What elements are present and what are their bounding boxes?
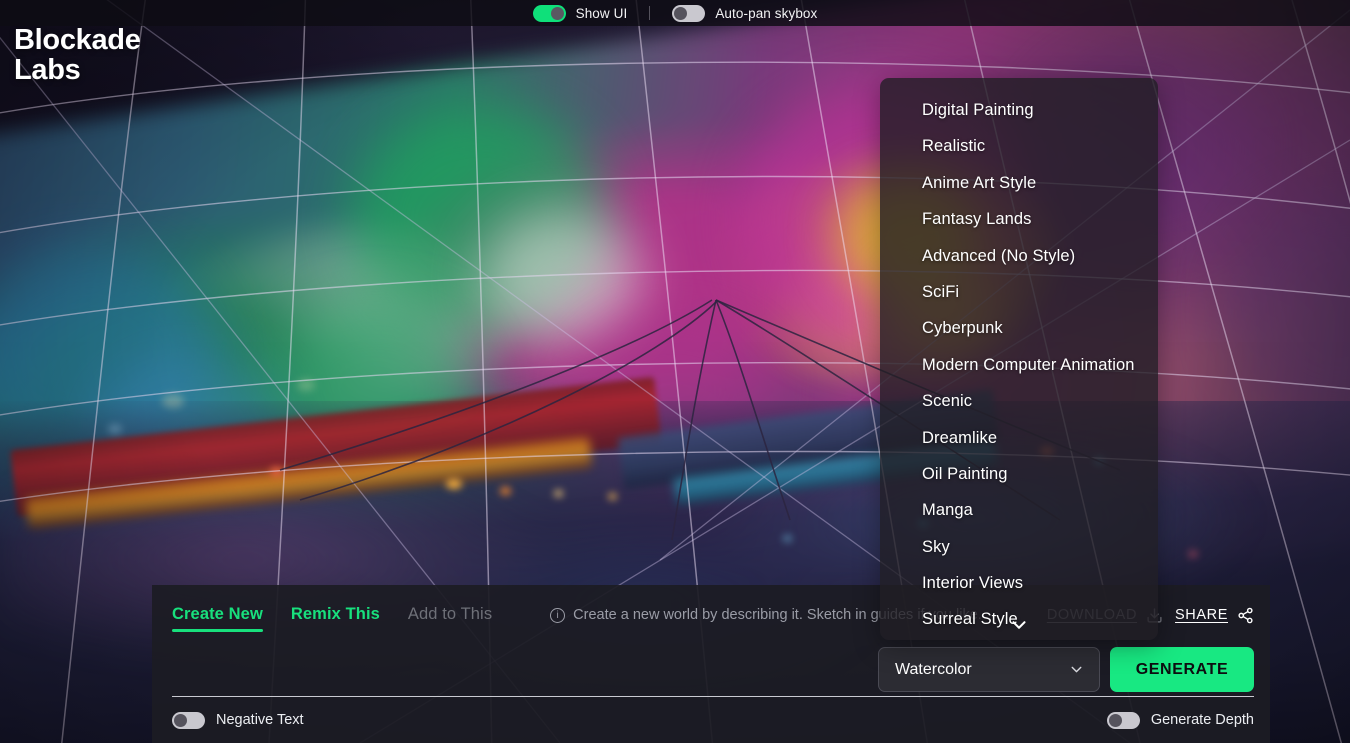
style-option[interactable]: Oil Painting: [880, 456, 1158, 492]
generate-depth-toggle-knob: [1108, 713, 1122, 727]
share-label: SHARE: [1175, 607, 1228, 623]
chevron-down-icon: [1071, 666, 1082, 673]
skybox-editor-app: Show UI Auto-pan skybox Blockade Labs Cr…: [0, 0, 1350, 743]
toolbar-separator: [649, 6, 651, 20]
style-option[interactable]: Surreal Style: [880, 601, 1158, 637]
brand-logo-line1: Blockade: [14, 24, 141, 56]
style-option[interactable]: Scenic: [880, 383, 1158, 419]
tab-remix-this[interactable]: Remix This: [291, 597, 380, 634]
style-option[interactable]: SciFi: [880, 274, 1158, 310]
style-option[interactable]: Sky: [880, 529, 1158, 565]
brand-logo-line2: Labs: [14, 53, 81, 86]
negative-text-toggle-knob: [174, 713, 187, 727]
style-select[interactable]: Watercolor: [878, 647, 1100, 692]
style-option[interactable]: Manga: [880, 492, 1158, 528]
style-option[interactable]: Modern Computer Animation: [880, 347, 1158, 383]
negative-text-toggle-group[interactable]: Negative Text: [172, 711, 304, 729]
share-icon: [1238, 607, 1253, 623]
tab-add-to-this[interactable]: Add to This: [408, 597, 492, 634]
style-option[interactable]: Advanced (No Style): [880, 238, 1158, 274]
info-icon: i: [550, 607, 566, 623]
show-ui-toggle-knob: [550, 6, 564, 20]
generate-depth-toggle-group[interactable]: Generate Depth: [1106, 711, 1254, 729]
style-option[interactable]: Cyberpunk: [880, 310, 1158, 346]
auto-pan-toggle[interactable]: [672, 4, 706, 22]
style-option[interactable]: Fantasy Lands: [880, 201, 1158, 237]
generate-button[interactable]: GENERATE: [1110, 647, 1254, 692]
style-option[interactable]: Realistic: [880, 128, 1158, 164]
generate-depth-toggle[interactable]: [1106, 711, 1140, 729]
auto-pan-label: Auto-pan skybox: [715, 5, 818, 21]
negative-text-label: Negative Text: [216, 712, 304, 728]
generate-depth-label: Generate Depth: [1150, 712, 1254, 728]
style-dropdown-list: Digital Painting Realistic Anime Art Sty…: [880, 78, 1158, 638]
negative-text-toggle[interactable]: [172, 711, 205, 729]
show-ui-toggle-group[interactable]: Show UI: [532, 4, 628, 22]
style-option[interactable]: Interior Views: [880, 565, 1158, 601]
show-ui-toggle[interactable]: [532, 4, 566, 22]
top-toolbar: Show UI Auto-pan skybox: [0, 0, 1350, 26]
generation-controls: Watercolor GENERATE: [878, 647, 1254, 692]
style-select-value: Watercolor: [895, 660, 972, 678]
auto-pan-toggle-knob: [674, 6, 688, 20]
style-option[interactable]: Anime Art Style: [880, 165, 1158, 201]
brand-logo[interactable]: Blockade Labs: [14, 24, 141, 86]
style-option[interactable]: Digital Painting: [880, 92, 1158, 128]
prompt-panel-footer: Negative Text Generate Depth: [152, 697, 1270, 743]
share-button[interactable]: SHARE: [1175, 607, 1254, 624]
style-dropdown-menu: Digital Painting Realistic Anime Art Sty…: [880, 78, 1158, 640]
show-ui-label: Show UI: [575, 5, 628, 21]
auto-pan-toggle-group[interactable]: Auto-pan skybox: [672, 4, 818, 22]
tab-create-new[interactable]: Create New: [172, 597, 263, 634]
style-option[interactable]: Dreamlike: [880, 420, 1158, 456]
